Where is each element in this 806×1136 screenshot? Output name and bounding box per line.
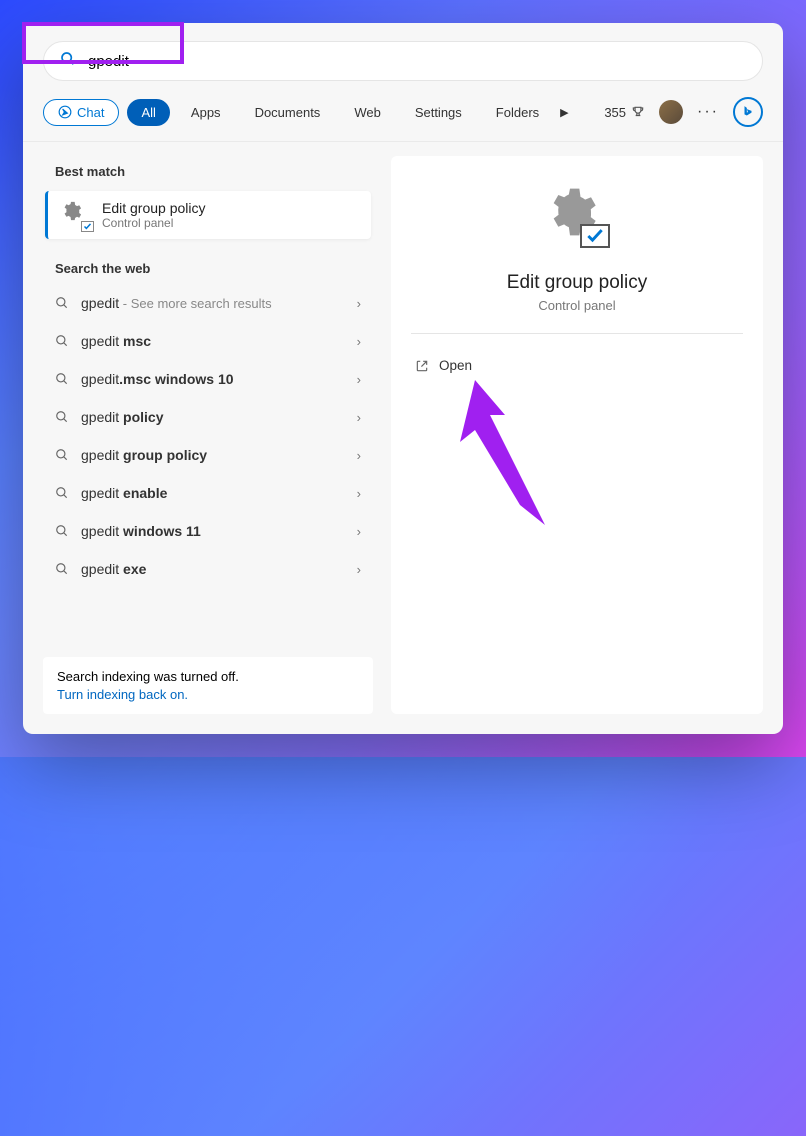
search-icon (55, 562, 69, 576)
web-result[interactable]: gpedit windows 11 › (43, 512, 373, 550)
filter-web[interactable]: Web (341, 100, 394, 125)
play-icon[interactable]: ▶ (560, 106, 568, 119)
windows-search-panel: Chat All Apps Documents Web Settings Fol… (23, 23, 783, 734)
filter-folders[interactable]: Folders (483, 100, 552, 125)
web-result[interactable]: gpedit group policy › (43, 436, 373, 474)
chat-chip[interactable]: Chat (43, 99, 119, 126)
best-match-result[interactable]: Edit group policy Control panel (45, 191, 371, 239)
chat-label: Chat (77, 105, 104, 120)
search-icon (55, 448, 69, 462)
more-icon[interactable]: ··· (697, 103, 719, 121)
web-result-text: gpedit windows 11 (81, 523, 345, 539)
filter-apps[interactable]: Apps (178, 100, 234, 125)
chevron-right-icon: › (357, 410, 361, 425)
filter-settings[interactable]: Settings (402, 100, 475, 125)
web-result-text: gpedit.msc windows 10 (81, 371, 345, 387)
search-input[interactable] (88, 53, 746, 70)
trophy-icon (631, 105, 645, 119)
chevron-right-icon: › (357, 562, 361, 577)
content-area: Best match Edit group policy Control pan… (23, 142, 783, 734)
chevron-right-icon: › (357, 334, 361, 349)
web-result-text: gpedit msc (81, 333, 345, 349)
divider (411, 333, 743, 334)
chevron-right-icon: › (357, 486, 361, 501)
header-right: 355 ··· (604, 97, 763, 127)
indexing-message: Search indexing was turned off. (57, 669, 359, 684)
web-result-text: gpedit exe (81, 561, 345, 577)
web-result-text: gpedit policy (81, 409, 345, 425)
search-icon (60, 51, 76, 72)
best-match-title: Edit group policy (102, 200, 359, 216)
web-result[interactable]: gpedit enable › (43, 474, 373, 512)
search-icon (55, 296, 69, 310)
open-action[interactable]: Open (411, 352, 743, 379)
search-icon (55, 410, 69, 424)
search-icon (55, 524, 69, 538)
search-bar[interactable] (43, 41, 763, 81)
gear-check-icon (60, 200, 90, 230)
best-match-text: Edit group policy Control panel (102, 200, 359, 230)
search-icon (55, 486, 69, 500)
user-avatar[interactable] (659, 100, 683, 124)
rewards-points[interactable]: 355 (604, 105, 645, 120)
filter-documents[interactable]: Documents (242, 100, 334, 125)
detail-title: Edit group policy (507, 272, 647, 294)
points-value: 355 (604, 105, 626, 120)
web-result[interactable]: gpedit - See more search results › (43, 284, 373, 322)
web-result-text: gpedit group policy (81, 447, 345, 463)
detail-icon (542, 184, 612, 254)
filter-all[interactable]: All (127, 99, 169, 126)
best-match-subtitle: Control panel (102, 216, 359, 230)
open-label: Open (439, 358, 472, 373)
web-result[interactable]: gpedit policy › (43, 398, 373, 436)
indexing-notice: Search indexing was turned off. Turn ind… (43, 657, 373, 714)
web-results-list: gpedit - See more search results › gpedi… (43, 284, 373, 657)
best-match-header: Best match (43, 156, 373, 187)
detail-panel: Edit group policy Control panel Open (391, 156, 763, 714)
bing-icon[interactable] (733, 97, 763, 127)
detail-subtitle: Control panel (538, 298, 615, 313)
results-column: Best match Edit group policy Control pan… (43, 156, 373, 714)
web-result[interactable]: gpedit.msc windows 10 › (43, 360, 373, 398)
chevron-right-icon: › (357, 448, 361, 463)
search-icon (55, 372, 69, 386)
chevron-right-icon: › (357, 372, 361, 387)
search-bar-container (23, 23, 783, 89)
web-result[interactable]: gpedit exe › (43, 550, 373, 588)
web-header: Search the web (43, 253, 373, 284)
filter-bar: Chat All Apps Documents Web Settings Fol… (23, 89, 783, 142)
chevron-right-icon: › (357, 524, 361, 539)
web-result-text: gpedit - See more search results (81, 295, 345, 311)
search-icon (55, 334, 69, 348)
indexing-link[interactable]: Turn indexing back on. (57, 687, 359, 702)
web-result-text: gpedit enable (81, 485, 345, 501)
open-icon (415, 359, 429, 373)
chevron-right-icon: › (357, 296, 361, 311)
web-result[interactable]: gpedit msc › (43, 322, 373, 360)
